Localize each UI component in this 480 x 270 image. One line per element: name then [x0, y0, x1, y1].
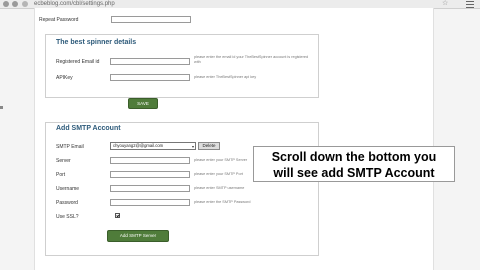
bookmark-star-icon[interactable]: ☆ [442, 0, 448, 8]
add-smtp-server-button[interactable]: Add SMTP Server [107, 230, 169, 242]
password-input[interactable] [110, 199, 190, 206]
registered-email-help: please enter the email id your TheBestSp… [194, 55, 309, 64]
save-button[interactable]: SAVE [128, 98, 158, 109]
smtp-email-select[interactable]: chyouyang2@@gmail.com ▾ [110, 142, 196, 150]
repeat-password-label: Repeat Password [39, 17, 79, 23]
caption-line-1: Scroll down the bottom you [271, 150, 437, 164]
caption-line-2: will see add SMTP Account [273, 166, 435, 180]
server-help: please enter your SMTP Server [194, 158, 248, 162]
use-ssl-label: Use SSL? [56, 214, 79, 220]
registered-email-input[interactable] [110, 58, 190, 65]
password-help: please enter the SMTP Password [194, 200, 251, 204]
settings-page: Repeat Password The best spinner details… [34, 8, 434, 270]
port-input[interactable] [110, 171, 190, 178]
apikey-label: APIKey [56, 75, 73, 81]
username-label: Username [56, 186, 80, 192]
menu-icon[interactable] [466, 1, 474, 8]
scroll-marker-icon [0, 106, 3, 109]
spinner-section-title: The best spinner details [56, 39, 137, 46]
tutorial-caption: Scroll down the bottom you will see add … [253, 146, 455, 182]
delete-button[interactable]: Delete [198, 142, 220, 150]
server-label: Server [56, 158, 71, 164]
reload-icon[interactable] [22, 1, 28, 7]
smtp-section-title: Add SMTP Account [56, 125, 121, 132]
username-input[interactable] [110, 185, 190, 192]
password-label: Password [56, 200, 78, 206]
port-label: Port [56, 172, 66, 178]
smtp-section: Add SMTP Account SMTP Email chyouyang2@@… [45, 122, 319, 256]
port-help: please enter your SMTP Port [194, 172, 243, 176]
forward-icon[interactable] [12, 1, 18, 7]
smtp-email-selected: chyouyang2@@gmail.com [113, 143, 164, 148]
back-icon[interactable] [3, 1, 9, 7]
apikey-help: please enter TheBestSpinner api key [194, 75, 257, 79]
chevron-down-icon: ▾ [191, 144, 194, 149]
username-help: please enter SMTP username [194, 186, 245, 190]
repeat-password-input[interactable] [111, 16, 191, 23]
address-bar[interactable]: ecbeblog.com/cbl/settings.php [34, 0, 115, 8]
registered-email-label: Registered Email id [56, 59, 100, 65]
use-ssl-checkbox[interactable] [115, 213, 120, 218]
apikey-input[interactable] [110, 74, 190, 81]
spinner-section: The best spinner details Registered Emai… [45, 34, 319, 98]
smtp-email-label: SMTP Email [56, 144, 84, 150]
server-input[interactable] [110, 157, 190, 164]
